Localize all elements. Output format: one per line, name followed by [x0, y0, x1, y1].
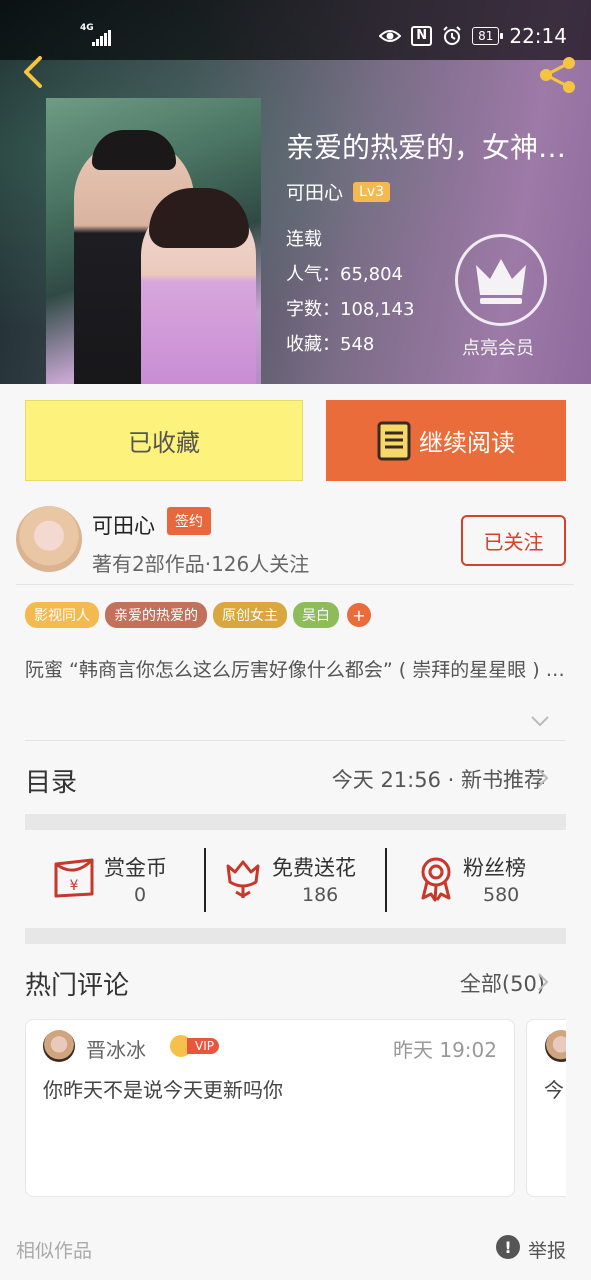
- tag-chip[interactable]: 影视同人: [25, 602, 99, 628]
- back-arrow-icon[interactable]: [14, 52, 54, 92]
- commenter-avatar[interactable]: [545, 1030, 566, 1062]
- popularity-stat: 人气65,804: [286, 260, 403, 286]
- clock: 22:14: [509, 24, 567, 48]
- book-title: 亲爱的热爱的，女神…: [286, 131, 567, 164]
- report-button[interactable]: 举报: [528, 1236, 566, 1263]
- crown-icon: [476, 259, 526, 304]
- divider: [385, 848, 387, 912]
- vip-badge: VIP: [170, 1035, 219, 1057]
- tag-chip[interactable]: 吴白: [293, 602, 339, 628]
- section-separator: [25, 928, 566, 944]
- book-cover-image[interactable]: [46, 98, 261, 384]
- battery-indicator: 81: [472, 27, 504, 45]
- comment-card[interactable]: 今: [526, 1019, 566, 1197]
- comment-text: 今: [544, 1078, 564, 1102]
- alarm-icon: [443, 26, 461, 45]
- similar-works-label: 相似作品: [16, 1240, 93, 1262]
- fan-rank-button[interactable]: 粉丝榜 580: [415, 848, 565, 912]
- svg-text:¥: ¥: [70, 878, 79, 894]
- toc-label[interactable]: 目录: [25, 762, 77, 799]
- signed-badge: 签约: [167, 507, 211, 535]
- send-flower-button[interactable]: 免费送花 186: [222, 848, 382, 912]
- red-envelope-icon: ¥: [54, 858, 94, 898]
- author-name[interactable]: 可田心: [92, 510, 155, 540]
- divider: [204, 848, 206, 912]
- favorite-button[interactable]: 已收藏: [25, 400, 303, 481]
- book-author[interactable]: 可田心: [286, 178, 343, 205]
- tag-list: 影视同人 亲爱的热爱的 原创女主 吴白 +: [25, 602, 371, 628]
- toc-latest-update[interactable]: 今天 21:56 · 新书推荐: [332, 764, 545, 794]
- comment-card[interactable]: 晋冰冰 VIP 昨天 19:02 你昨天不是说今天更新吗你: [25, 1019, 515, 1197]
- tag-chip[interactable]: 亲爱的热爱的: [105, 602, 207, 628]
- member-crown-button[interactable]: [455, 234, 547, 326]
- flower-icon: [226, 860, 260, 898]
- medal-icon: [421, 857, 451, 902]
- commenter-avatar[interactable]: [43, 1030, 75, 1062]
- author-stats: 著有2部作品·126人关注: [92, 552, 310, 576]
- cellular-signal-icon: 4G: [80, 24, 114, 46]
- divider: [25, 740, 566, 741]
- continue-reading-button[interactable]: 继续阅读: [326, 400, 566, 481]
- comment-time: 昨天 19:02: [393, 1038, 497, 1062]
- follow-button[interactable]: 已关注: [461, 515, 566, 566]
- book-intro[interactable]: 阮蜜 “韩商言你怎么这么厉害好像什么都会” ( 崇拜的星星眼 ) …: [25, 656, 565, 684]
- commenter-name[interactable]: 晋冰冰: [86, 1034, 146, 1063]
- nfc-icon: N: [411, 26, 433, 46]
- book-header: 4G N 81 22:14 亲爱的热爱的，女神… 可田心 Lv3 连载 人气65…: [0, 0, 591, 384]
- reward-coins-button[interactable]: ¥ 赏金币 0: [50, 848, 200, 912]
- status-bar: 4G N 81 22:14: [0, 0, 591, 60]
- eye-icon: [379, 30, 402, 42]
- author-level-badge: Lv3: [353, 181, 391, 202]
- report-icon[interactable]: !: [496, 1235, 520, 1259]
- chevron-right-icon[interactable]: [537, 972, 549, 992]
- divider: [16, 584, 574, 585]
- serial-status: 连载: [286, 229, 322, 250]
- section-separator: [25, 814, 566, 830]
- favorites-stat: 收藏548: [286, 330, 374, 356]
- hot-comments-title: 热门评论: [25, 971, 130, 1001]
- word-count-stat: 字数108,143: [286, 295, 414, 321]
- book-icon: [377, 421, 411, 460]
- more-tags-button[interactable]: +: [347, 603, 371, 627]
- member-label[interactable]: 点亮会员: [462, 334, 534, 360]
- comment-text: 你昨天不是说今天更新吗你: [43, 1078, 283, 1102]
- all-comments-link[interactable]: 全部(50): [460, 968, 545, 998]
- tag-chip[interactable]: 原创女主: [213, 602, 287, 628]
- chevron-down-icon[interactable]: [530, 714, 550, 728]
- chevron-right-icon[interactable]: [537, 768, 549, 788]
- author-avatar[interactable]: [16, 506, 82, 572]
- share-icon[interactable]: [535, 52, 581, 98]
